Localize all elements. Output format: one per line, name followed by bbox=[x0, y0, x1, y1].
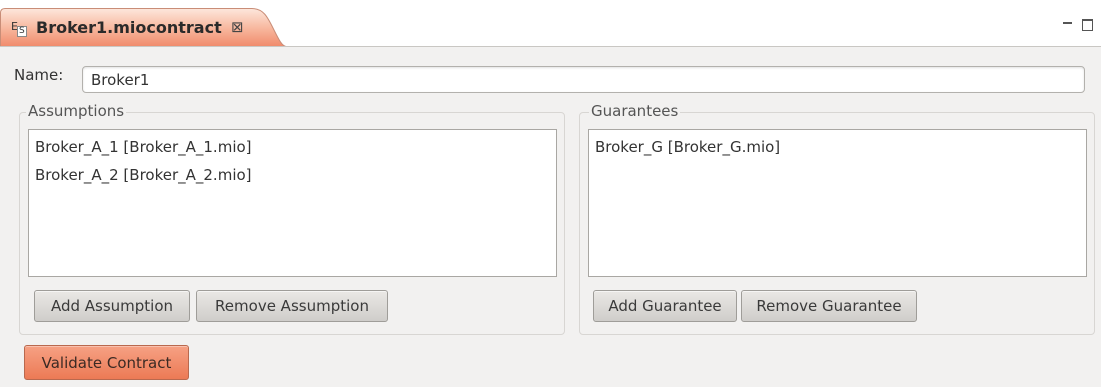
add-assumption-button[interactable]: Add Assumption bbox=[34, 290, 190, 322]
close-icon[interactable]: ⊠ bbox=[231, 19, 244, 35]
list-item[interactable]: Broker_A_2 [Broker_A_2.mio] bbox=[29, 161, 556, 189]
list-item[interactable]: Broker_G [Broker_G.mio] bbox=[589, 133, 1086, 161]
name-label: Name: bbox=[14, 66, 64, 84]
guarantees-title: Guarantees bbox=[589, 102, 681, 120]
name-input[interactable] bbox=[82, 66, 1085, 93]
assumptions-list[interactable]: Broker_A_1 [Broker_A_1.mio] Broker_A_2 [… bbox=[28, 129, 557, 277]
tab-title: Broker1.miocontract bbox=[36, 18, 222, 37]
assumptions-title: Assumptions bbox=[26, 102, 127, 120]
remove-guarantee-button[interactable]: Remove Guarantee bbox=[741, 290, 917, 322]
contract-form: Name: Assumptions Broker_A_1 [Broker_A_1… bbox=[0, 47, 1101, 387]
contract-file-icon: ES bbox=[11, 20, 27, 37]
assumptions-group: Assumptions Broker_A_1 [Broker_A_1.mio] … bbox=[19, 102, 565, 335]
editor-tab-bar: ES Broker1.miocontract ⊠ bbox=[0, 0, 1101, 48]
guarantees-list[interactable]: Broker_G [Broker_G.mio] bbox=[588, 129, 1087, 277]
editor-tab[interactable]: ES Broker1.miocontract ⊠ bbox=[0, 8, 286, 47]
guarantees-group: Guarantees Broker_G [Broker_G.mio] Add G… bbox=[579, 102, 1095, 335]
maximize-icon[interactable] bbox=[1082, 19, 1094, 31]
minimize-icon[interactable] bbox=[1062, 19, 1074, 30]
add-guarantee-button[interactable]: Add Guarantee bbox=[593, 290, 737, 322]
list-item[interactable]: Broker_A_1 [Broker_A_1.mio] bbox=[29, 133, 556, 161]
remove-assumption-button[interactable]: Remove Assumption bbox=[196, 290, 388, 322]
validate-contract-button[interactable]: Validate Contract bbox=[24, 345, 189, 380]
